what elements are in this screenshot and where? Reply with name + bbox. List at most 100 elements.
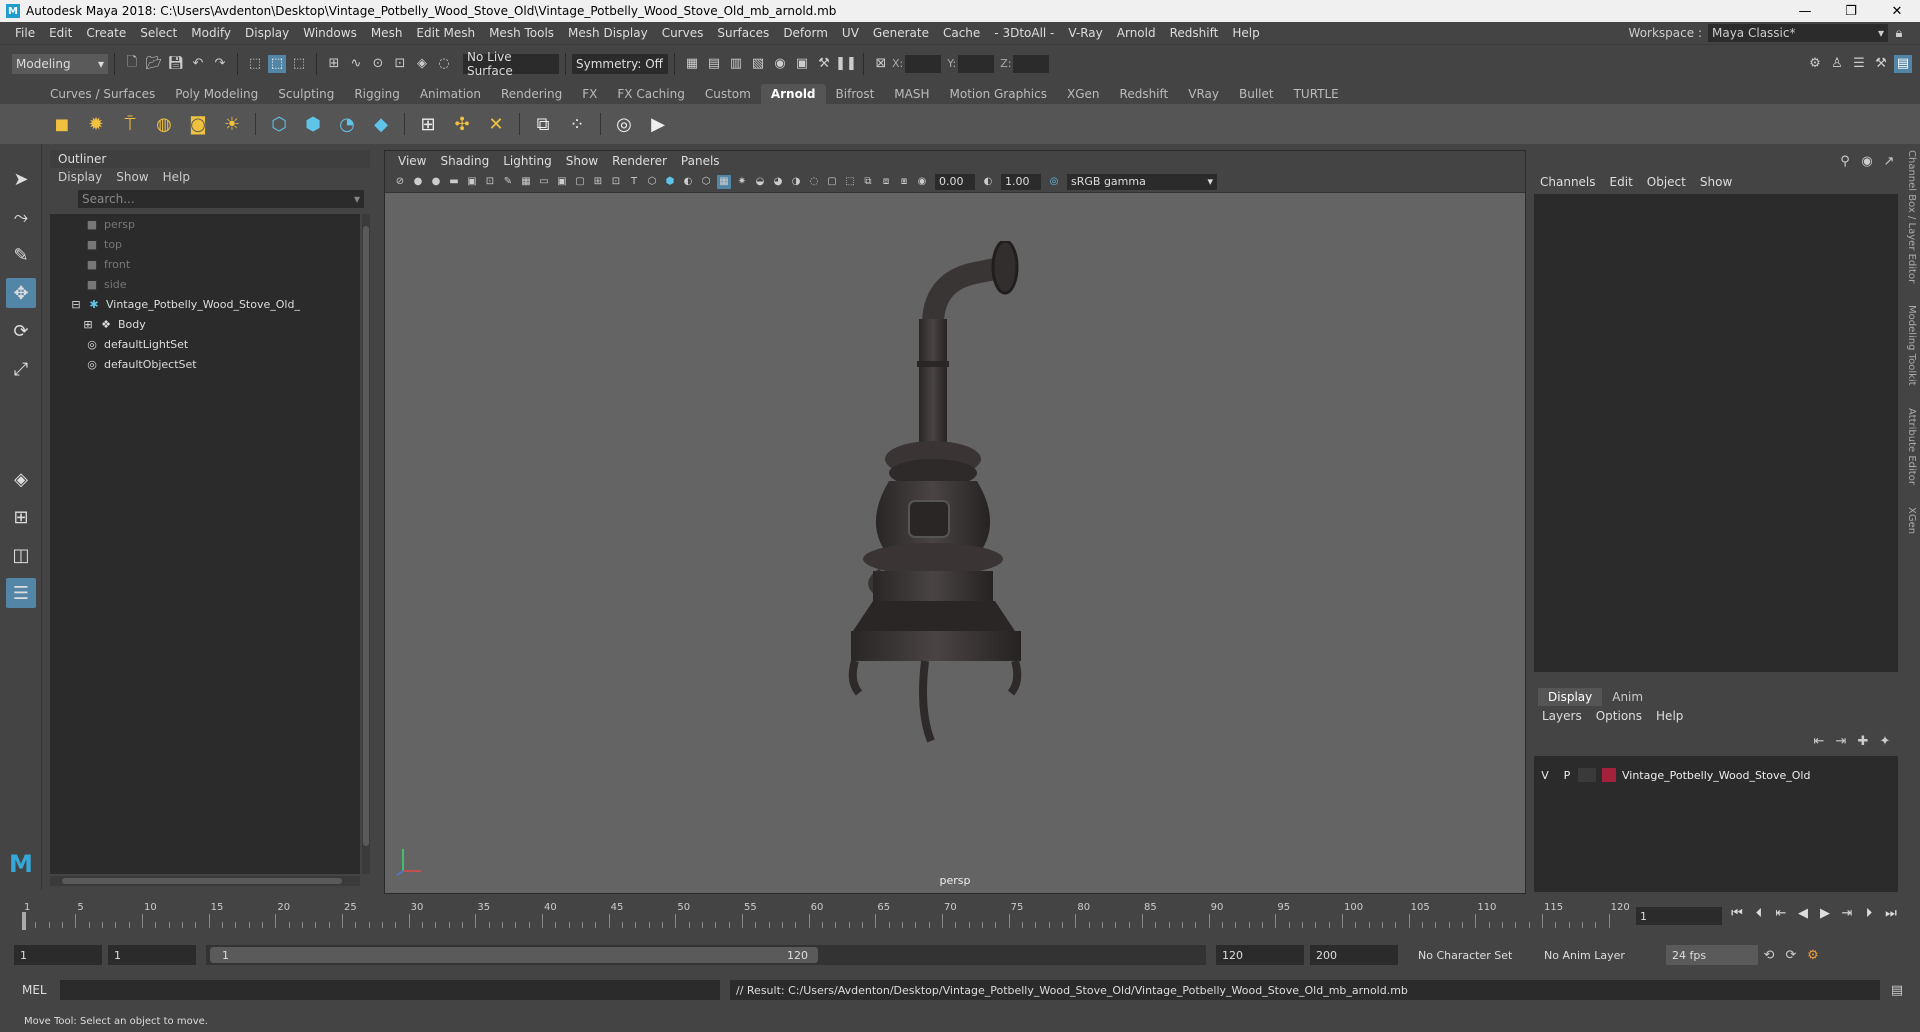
open-scene-icon[interactable]: 📂︎ (145, 55, 163, 73)
shelf-tab-motion-graphics[interactable]: Motion Graphics (940, 84, 1058, 104)
make-live-icon[interactable]: ◌ (435, 55, 453, 73)
render-settings-icon[interactable]: ▧ (749, 55, 767, 73)
viewport-menu-show[interactable]: Show (559, 154, 605, 168)
menu-vray[interactable]: V-Ray (1061, 26, 1109, 40)
four-view-layout-icon[interactable]: ⊞ (6, 502, 36, 532)
attribute-editor-icon[interactable]: ☰ (1850, 55, 1868, 73)
move-layer-up-icon[interactable]: ⇤ (1810, 732, 1828, 750)
outliner-item-top[interactable]: ■ top (50, 234, 360, 254)
layer-visibility-toggle[interactable]: V (1534, 769, 1556, 782)
lasso-tool-icon[interactable]: ⤳ (6, 202, 36, 232)
shelf-tab-redshift[interactable]: Redshift (1110, 84, 1179, 104)
bookmark-icon[interactable]: ▬ (447, 175, 461, 189)
snap-surface-icon[interactable]: ◈ (413, 55, 431, 73)
layer-tab-display[interactable]: Display (1538, 688, 1603, 706)
go-to-end-icon[interactable]: ⏭ (1880, 906, 1902, 921)
viewport-panel[interactable]: View Shading Lighting Show Renderer Pane… (384, 150, 1526, 894)
xray-icon[interactable]: ⧉ (861, 175, 875, 189)
outliner-menu-show[interactable]: Show (116, 170, 148, 184)
smooth-shade-icon[interactable]: ⬢ (663, 175, 677, 189)
paint-select-tool-icon[interactable]: ✎ (6, 240, 36, 270)
menu-arnold[interactable]: Arnold (1110, 26, 1163, 40)
scrollbar-thumb[interactable] (363, 226, 369, 846)
shelf-tab-turtle[interactable]: TURTLE (1284, 84, 1349, 104)
select-object-icon[interactable]: ⬚ (268, 54, 286, 73)
command-input[interactable] (60, 980, 720, 1000)
script-language-toggle[interactable]: MEL (22, 983, 60, 997)
shelf-tab-bifrost[interactable]: Bifrost (826, 84, 885, 104)
physical-sky-icon[interactable]: ☀ (218, 110, 246, 138)
snap-view-icon[interactable]: ⊡ (391, 55, 409, 73)
menu-curves[interactable]: Curves (655, 26, 711, 40)
shelf-tab-animation[interactable]: Animation (410, 84, 491, 104)
isolate-select-icon[interactable]: ⬚ (843, 175, 857, 189)
layer-playback-toggle[interactable]: P (1556, 769, 1578, 782)
volume-icon[interactable]: ◔ (333, 110, 361, 138)
shelf-tab-fx[interactable]: FX (572, 84, 607, 104)
current-frame-field[interactable]: 1 (1636, 907, 1722, 925)
outliner-item-stove-group[interactable]: ⊟ ✱ Vintage_Potbelly_Wood_Stove_Old_ (50, 294, 360, 314)
color-management-icon[interactable]: ◎ (1047, 175, 1061, 189)
outliner-menu-display[interactable]: Display (58, 170, 102, 184)
menu-mesh[interactable]: Mesh (364, 26, 410, 40)
side-tab-xgen[interactable]: XGen (1906, 507, 1917, 534)
channels-menu-show[interactable]: Show (1700, 175, 1732, 189)
end-time-field[interactable]: 200 (1310, 945, 1398, 965)
menu-windows[interactable]: Windows (296, 26, 364, 40)
side-tab-modeling-toolkit[interactable]: Modeling Toolkit (1906, 305, 1917, 386)
outliner-horizontal-scrollbar[interactable] (50, 876, 360, 886)
menu-deform[interactable]: Deform (776, 26, 835, 40)
step-forward-frame-icon[interactable]: ⏵ (1858, 906, 1880, 921)
outliner-layout-icon[interactable]: ☰ (6, 578, 36, 608)
workspace-dropdown[interactable]: Maya Classic* ▾ (1708, 24, 1888, 42)
viewport-menu-shading[interactable]: Shading (433, 154, 496, 168)
scale-tool-icon[interactable]: ⤢ (6, 354, 36, 384)
select-component-icon[interactable]: ⬚ (290, 55, 308, 73)
play-backwards-icon[interactable]: ◀ (1792, 906, 1814, 921)
lock-icon[interactable]: 🔒︎ (1890, 24, 1908, 42)
menu-create[interactable]: Create (79, 26, 133, 40)
minimize-button[interactable]: — (1782, 4, 1828, 19)
new-scene-icon[interactable]: 🗋 (123, 55, 141, 73)
wireframe-on-shaded-icon[interactable]: ⬡ (699, 175, 713, 189)
gate-mask-icon[interactable]: ▢ (573, 175, 587, 189)
render-view-icon[interactable]: ▦ (683, 55, 701, 73)
channels-menu-edit[interactable]: Edit (1610, 175, 1633, 189)
snap-curve-icon[interactable]: ∿ (347, 55, 365, 73)
rotate-tool-icon[interactable]: ⟳ (6, 316, 36, 346)
outliner-item-body[interactable]: ⊞ ❖ Body (50, 314, 360, 334)
default-material-icon[interactable]: ◐ (681, 175, 695, 189)
ipr-play-icon[interactable]: ▶ (644, 110, 672, 138)
render-frame-icon[interactable]: ▤ (705, 55, 723, 73)
grid-icon[interactable]: ▦ (519, 175, 533, 189)
mode-dropdown[interactable]: Modeling ▾ (12, 53, 108, 74)
snap-grid-icon[interactable]: ⊞ (325, 55, 343, 73)
film-gate-icon[interactable]: ▭ (537, 175, 551, 189)
export-standin-icon[interactable]: ⬢ (299, 110, 327, 138)
anti-aliasing-icon[interactable]: ◌ (807, 175, 821, 189)
menu-select[interactable]: Select (133, 26, 184, 40)
depth-of-field-icon[interactable]: ▢ (825, 175, 839, 189)
playback-start-field[interactable]: 1 (108, 945, 196, 965)
menu-edit-mesh[interactable]: Edit Mesh (409, 26, 482, 40)
shelf-tab-poly-modeling[interactable]: Poly Modeling (165, 84, 268, 104)
channels-menu-object[interactable]: Object (1647, 175, 1686, 189)
outliner-item-front[interactable]: ■ front (50, 254, 360, 274)
side-tab-channel-box[interactable]: Channel Box / Layer Editor (1906, 150, 1917, 283)
layer-tab-anim[interactable]: Anim (1602, 688, 1653, 706)
channels-menu-channels[interactable]: Channels (1540, 175, 1596, 189)
range-bar[interactable]: 1 120 (206, 945, 1206, 965)
arnold-render-icon[interactable]: ▣ (793, 55, 811, 73)
menu-mesh-display[interactable]: Mesh Display (561, 26, 655, 40)
layer-row[interactable]: V P Vintage_Potbelly_Wood_Stove_Old (1534, 764, 1898, 786)
start-time-field[interactable]: 1 (14, 945, 102, 965)
script-editor-icon[interactable]: ▤ (1888, 981, 1906, 999)
shelf-tab-mash[interactable]: MASH (884, 84, 939, 104)
safe-action-icon[interactable]: ⊡ (609, 175, 623, 189)
shelf-tab-xgen[interactable]: XGen (1057, 84, 1110, 104)
standin-icon[interactable]: ⬡ (265, 110, 293, 138)
stove-model[interactable] (845, 241, 1085, 761)
viewport-menu-view[interactable]: View (391, 154, 433, 168)
outliner-item-default-light-set[interactable]: ◎ defaultLightSet (50, 334, 360, 354)
menu-cache[interactable]: Cache (936, 26, 987, 40)
